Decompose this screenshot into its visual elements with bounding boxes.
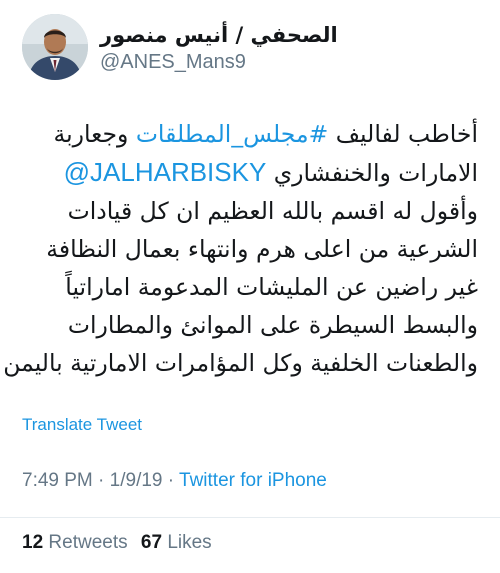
retweets-count: 12 [22,532,44,553]
author-handle[interactable]: @ANES_Mans9 [100,50,338,74]
tweet-stats: 12 Retweets 67 Likes [22,532,212,554]
tweet-header: الصحفي / أنيس منصور @ANES_Mans9 [22,14,480,86]
tweet-line-5: غير راضين عن المليشات المدعومة اماراتياً [65,273,478,301]
author-display-name[interactable]: الصحفي / أنيس منصور [100,22,338,48]
meta-separator: · [162,470,180,491]
avatar[interactable] [22,14,88,80]
mention-link[interactable]: @JALHARBISKY [64,157,267,187]
tweet-line-1: أخاطب لفاليف #مجلس_المطلقات وجعاربة [20,115,478,153]
tweet-text-segment: أخاطب لفاليف [328,120,478,148]
tweet-line-6: والبسط السيطرة على الموانئ والمطارات [67,311,478,339]
tweet-card: الصحفي / أنيس منصور @ANES_Mans9 أخاطب لف… [0,0,500,573]
translate-tweet-link[interactable]: Translate Tweet [22,415,142,435]
tweet-line-2: الامارات والخنفشاري @JALHARBISKY [20,153,478,192]
likes-stat[interactable]: 67 Likes [141,532,212,553]
likes-count: 67 [140,532,163,553]
retweets-stat[interactable]: 12 Retweets [22,532,128,553]
tweet-line-7: والطعنات الخلفية وكل المؤامرات الامارتية… [3,349,478,377]
author-info: الصحفي / أنيس منصور @ANES_Mans9 [100,22,338,74]
likes-label: Likes [167,532,212,553]
tweet-source-link[interactable]: Twitter for iPhone [179,470,327,491]
tweet-time[interactable]: 7:49 PM [22,470,93,491]
tweet-text-segment: وجعاربة [53,120,136,148]
tweet-text: أخاطب لفاليف #مجلس_المطلقات وجعاربة الام… [3,115,478,382]
tweet-line-4: الشرعية من اعلى هرم وانتهاء بعمال النظاف… [46,235,478,263]
divider [0,517,500,518]
tweet-meta: 7:49 PM · 1/9/19 · Twitter for iPhone [22,470,327,492]
tweet-date[interactable]: 1/9/19 [110,470,163,491]
hashtag-link[interactable]: #مجلس_المطلقات [136,120,328,148]
tweet-line-3: وأقول له اقسم بالله العظيم ان كل قيادات [67,197,478,225]
meta-separator: · [92,470,110,491]
tweet-text-segment: الامارات والخنفشاري [266,159,478,187]
retweets-label: Retweets [48,532,128,553]
avatar-image [22,14,88,80]
